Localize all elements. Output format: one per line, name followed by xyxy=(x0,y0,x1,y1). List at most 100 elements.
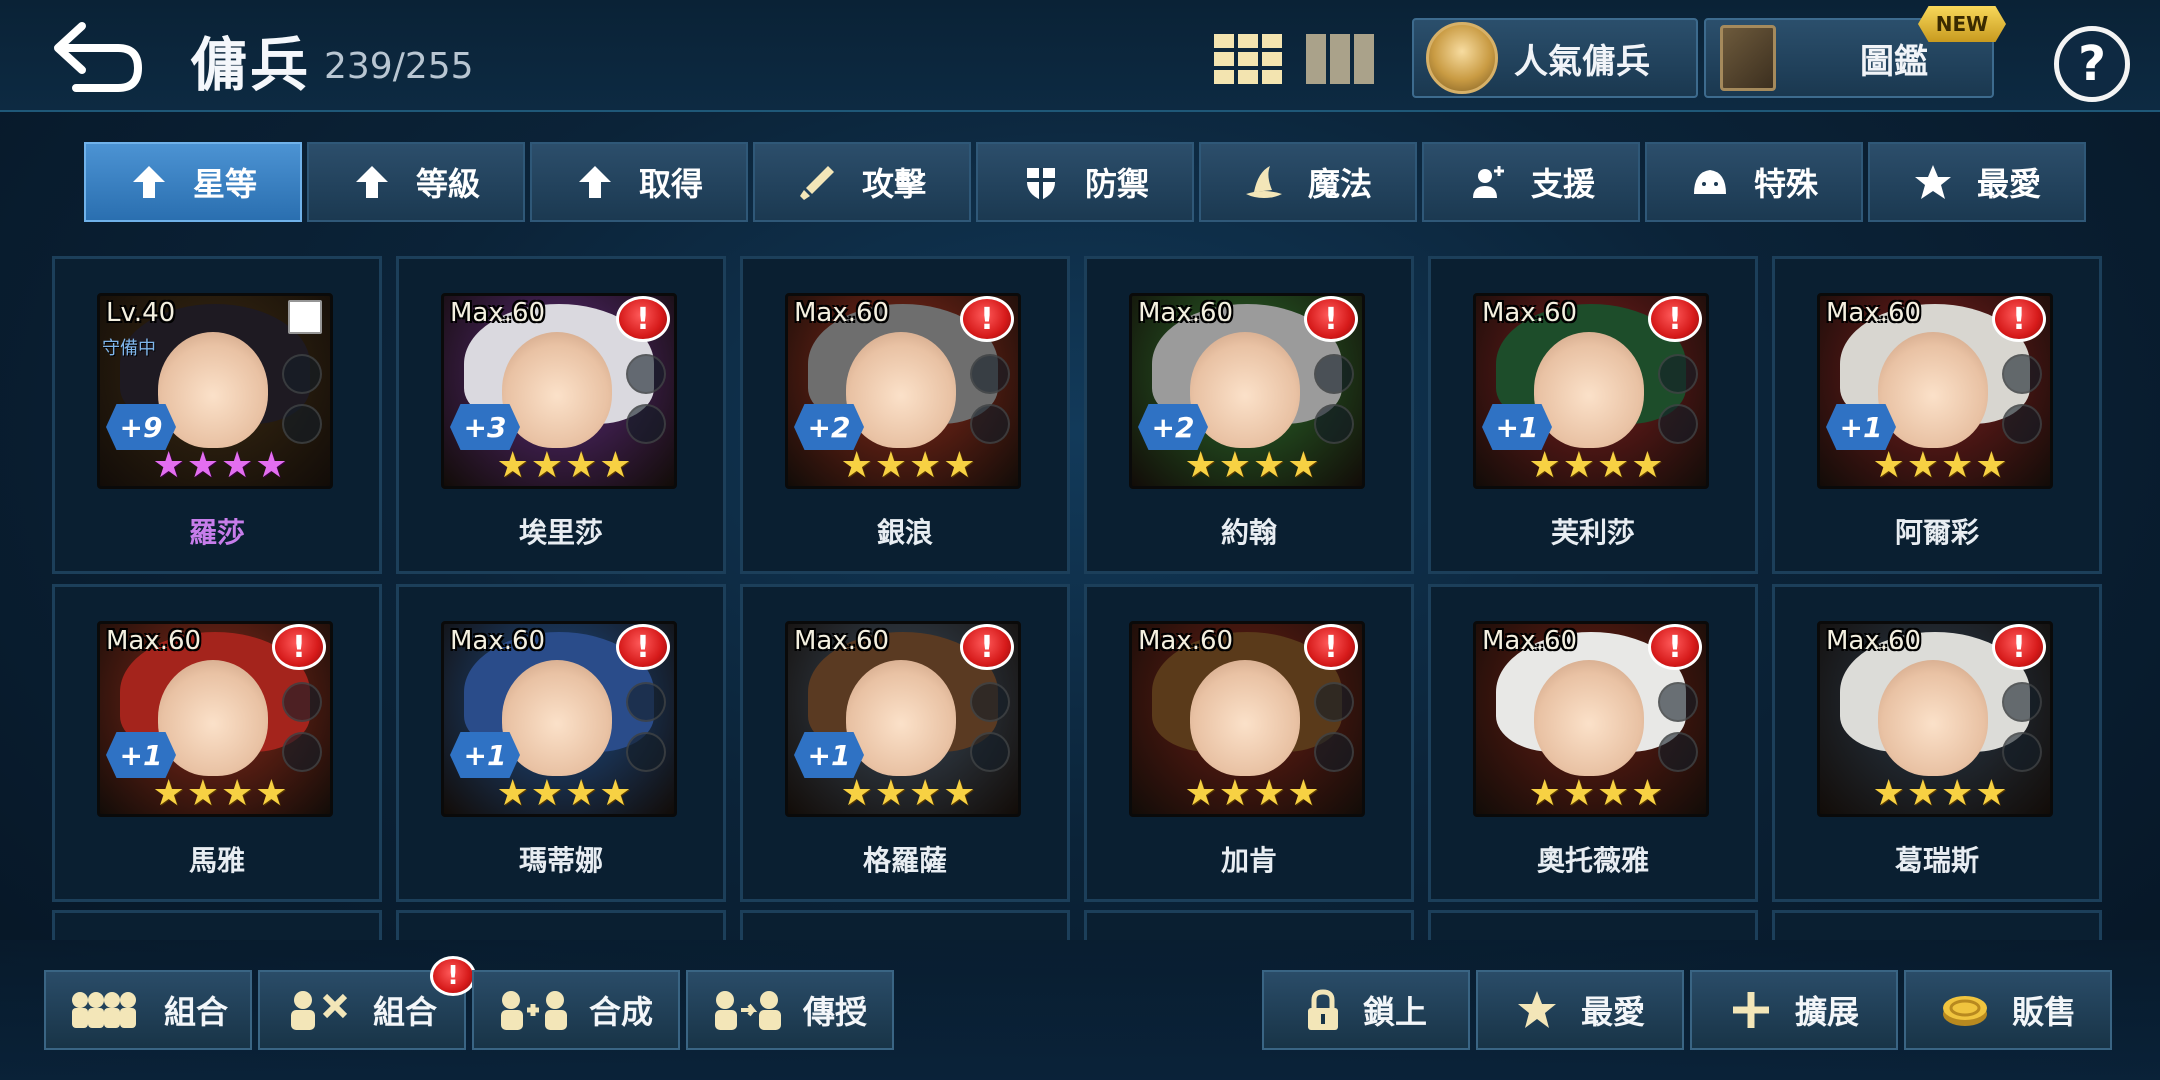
sort-tab-1[interactable]: 等級 xyxy=(307,142,525,222)
sort-tab-label: 攻擊 xyxy=(861,165,926,203)
rune-slot-icon xyxy=(970,404,1010,444)
rune-slot-icon xyxy=(1314,354,1354,394)
star-icon: ★ xyxy=(943,773,976,814)
hero-card[interactable]: Max.60! ★ ★ ★ ★ 奧托薇雅 xyxy=(1428,584,1758,902)
hero-card[interactable]: Max.60! +3 ★ ★ ★ ★ 埃里莎 xyxy=(396,256,726,574)
hero-card[interactable]: Max.60! +1 ★ ★ ★ ★ 芙利莎 xyxy=(1428,256,1758,574)
star-icon: ★ xyxy=(530,445,563,486)
star-icon: ★ xyxy=(1287,445,1320,486)
combo-label: 組合 xyxy=(163,993,228,1031)
alert-icon: ! xyxy=(1648,624,1702,670)
star-icon: ★ xyxy=(186,445,219,486)
shield-icon xyxy=(288,300,322,334)
sort-tab-0[interactable]: 星等 xyxy=(84,142,302,222)
hero-card[interactable]: Max.60! ★ ★ ★ ★ 加肯 xyxy=(1084,584,1414,902)
expand-button[interactable]: 擴展 xyxy=(1690,970,1898,1050)
hero-count: 239/255 xyxy=(324,46,474,87)
hero-card[interactable]: Max.60! +1 ★ ★ ★ ★ 瑪蒂娜 xyxy=(396,584,726,902)
alert-icon: ! xyxy=(960,624,1014,670)
back-button[interactable] xyxy=(48,18,148,94)
expand-label: 擴展 xyxy=(1794,993,1859,1031)
sort-tab-8[interactable]: 最愛 xyxy=(1868,142,2086,222)
star-icon: ★ xyxy=(1218,773,1251,814)
hero-level: Max.60 xyxy=(1138,298,1234,328)
star-rating: ★ ★ ★ ★ xyxy=(150,446,290,486)
enhance-badge: +1 xyxy=(794,732,864,778)
hero-level: Max.60 xyxy=(1482,298,1578,328)
hero-portrait: Lv.40 守備中 +9 ★ ★ ★ ★ xyxy=(97,293,333,489)
star-icon: ★ xyxy=(255,445,288,486)
favorite-button[interactable]: 最愛 xyxy=(1476,970,1684,1050)
star-icon: ★ xyxy=(152,773,185,814)
hero-portrait: Max.60! +1 ★ ★ ★ ★ xyxy=(785,621,1021,817)
list-view-toggle[interactable] xyxy=(1306,34,1376,84)
popular-mercenary-button[interactable]: 人氣傭兵 xyxy=(1412,18,1698,98)
fuse-button[interactable]: 合成 xyxy=(472,970,680,1050)
alert-icon: ! xyxy=(960,296,1014,342)
hero-card[interactable]: Max.60! +1 ★ ★ ★ ★ 格羅薩 xyxy=(740,584,1070,902)
help-button[interactable]: ? xyxy=(2054,26,2130,102)
hero-card[interactable]: Max.60! ★ ★ ★ ★ 葛瑞斯 xyxy=(1772,584,2102,902)
hero-level: Max.60 xyxy=(106,626,202,656)
star-rating: ★ ★ ★ ★ xyxy=(494,774,634,814)
rune-slot-icon xyxy=(282,732,322,772)
sort-tab-7[interactable]: 特殊 xyxy=(1645,142,1863,222)
hero-level: Max.60 xyxy=(794,298,890,328)
rune-slot-icon xyxy=(2002,682,2042,722)
sort-tab-label: 星等 xyxy=(192,165,257,203)
rune-slot-icon xyxy=(2002,732,2042,772)
combo-button[interactable]: 組合 xyxy=(44,970,252,1050)
hero-name: 馬雅 xyxy=(188,844,245,877)
sort-tab-label: 等級 xyxy=(415,165,480,203)
card-stub xyxy=(396,910,726,940)
sort-tab-3[interactable]: 攻擊 xyxy=(753,142,971,222)
sort-tab-5[interactable]: 魔法 xyxy=(1199,142,1417,222)
hero-card[interactable]: Max.60! +1 ★ ★ ★ ★ 馬雅 xyxy=(52,584,382,902)
lock-button[interactable]: 鎖上 xyxy=(1262,970,1470,1050)
rune-slot-icon xyxy=(2002,404,2042,444)
star-icon: ★ xyxy=(1941,773,1974,814)
enhance-badge: +3 xyxy=(450,404,520,450)
grid-view-toggle[interactable] xyxy=(1214,34,1284,84)
star-icon: ★ xyxy=(221,445,254,486)
star-icon: ★ xyxy=(496,773,529,814)
sort-tab-2[interactable]: 取得 xyxy=(530,142,748,222)
sort-tab-4[interactable]: 防禦 xyxy=(976,142,1194,222)
hero-portrait: Max.60! ★ ★ ★ ★ xyxy=(1817,621,2053,817)
hero-name: 格羅薩 xyxy=(862,844,947,877)
lock-icon xyxy=(1305,988,1341,1032)
hero-card[interactable]: Lv.40 守備中 +9 ★ ★ ★ ★ 羅莎 xyxy=(52,256,382,574)
hero-card[interactable]: Max.60! +1 ★ ★ ★ ★ 阿爾彩 xyxy=(1772,256,2102,574)
up-arrow-icon xyxy=(129,162,169,202)
sort-tab-label: 取得 xyxy=(638,165,703,203)
hero-portrait: Max.60! +2 ★ ★ ★ ★ xyxy=(785,293,1021,489)
hero-portrait: Max.60! +1 ★ ★ ★ ★ xyxy=(1473,293,1709,489)
hero-name: 奧托薇雅 xyxy=(1536,844,1649,877)
hero-name: 約翰 xyxy=(1220,516,1277,549)
card-stub xyxy=(1428,910,1758,940)
hero-card[interactable]: Max.60! +2 ★ ★ ★ ★ 銀浪 xyxy=(740,256,1070,574)
star-icon: ★ xyxy=(1906,773,1939,814)
star-icon: ★ xyxy=(186,773,219,814)
sell-button[interactable]: 販售 xyxy=(1904,970,2112,1050)
star-icon: ★ xyxy=(530,773,563,814)
rune-slot-icon xyxy=(2002,354,2042,394)
back-arrow-icon xyxy=(54,22,143,92)
star-icon: ★ xyxy=(255,773,288,814)
star-icon: ★ xyxy=(599,773,632,814)
rune-slot-icon xyxy=(1314,404,1354,444)
hero-card[interactable]: Max.60! +2 ★ ★ ★ ★ 約翰 xyxy=(1084,256,1414,574)
combo-edit-label: 組合 xyxy=(372,993,437,1031)
star-icon: ★ xyxy=(565,773,598,814)
support-icon xyxy=(1467,162,1507,202)
star-rating: ★ ★ ★ ★ xyxy=(1182,774,1322,814)
favorite-label: 最愛 xyxy=(1580,993,1645,1031)
star-icon: ★ xyxy=(1975,773,2008,814)
star-icon: ★ xyxy=(1184,773,1217,814)
star-icon: ★ xyxy=(565,445,598,486)
card-stub xyxy=(52,910,382,940)
transfer-button[interactable]: 傳授 xyxy=(686,970,894,1050)
sort-tab-6[interactable]: 支援 xyxy=(1422,142,1640,222)
rune-slot-icon xyxy=(1314,732,1354,772)
star-icon: ★ xyxy=(840,445,873,486)
